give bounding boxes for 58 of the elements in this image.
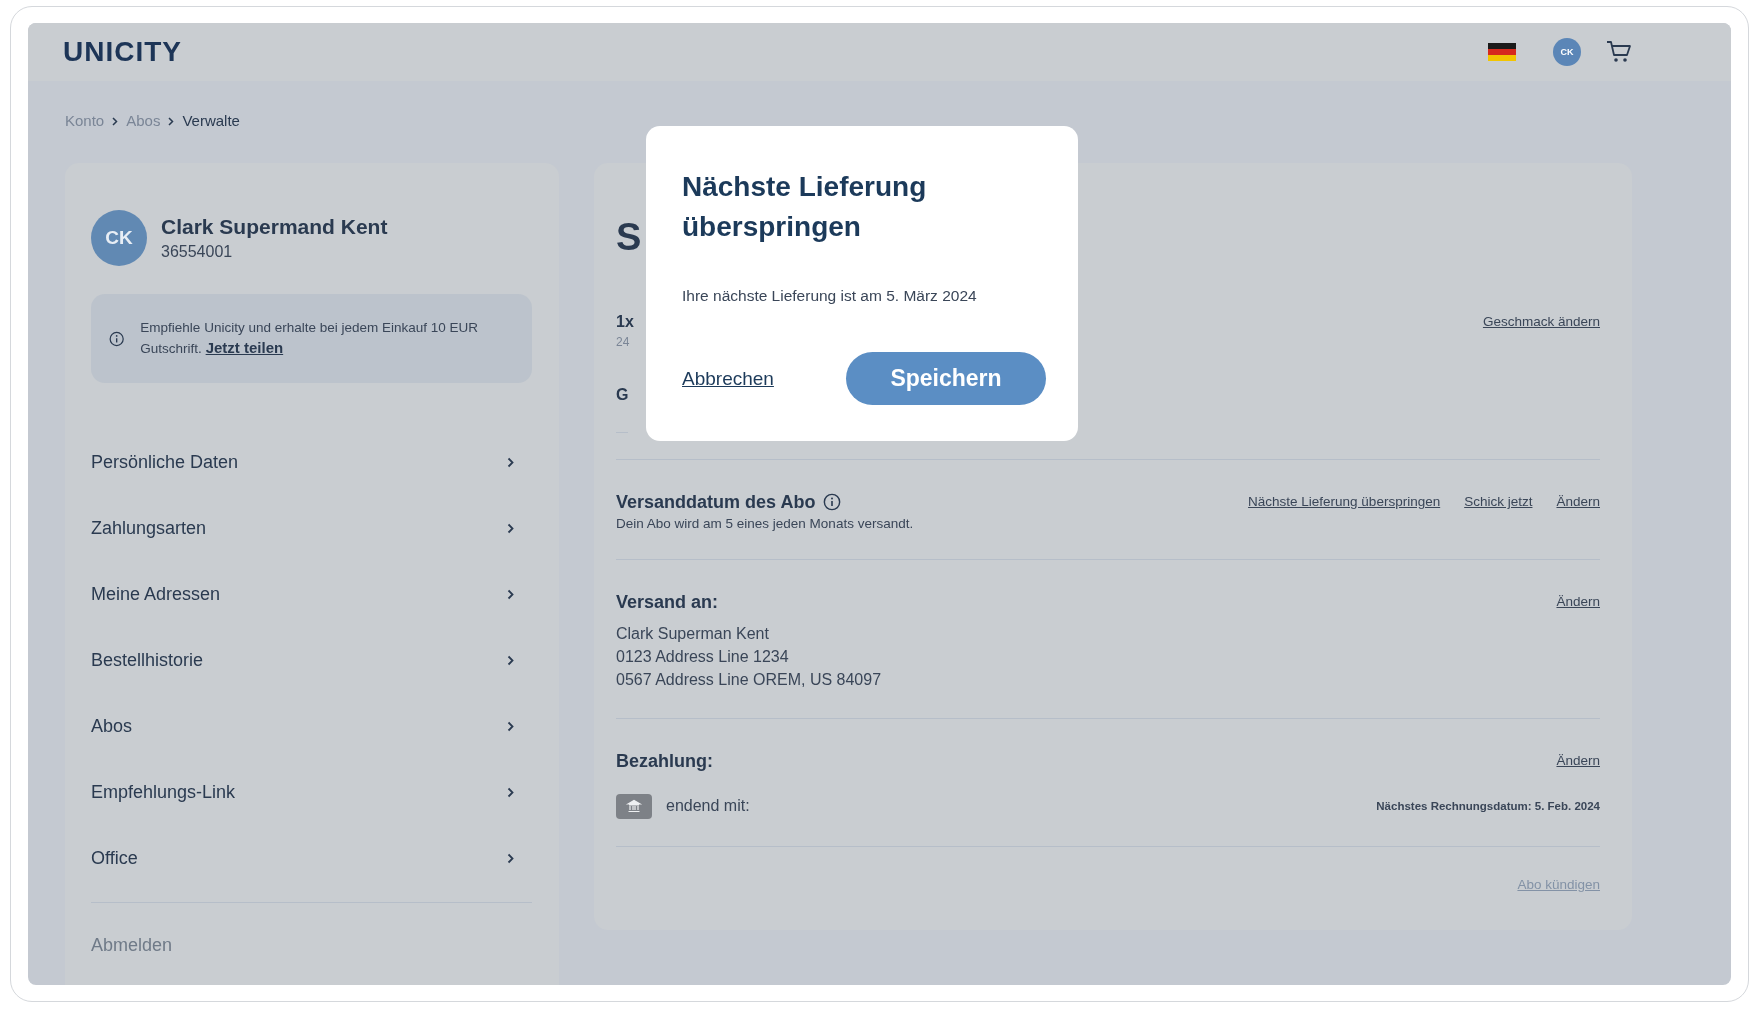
address-line: Clark Superman Kent xyxy=(616,624,770,644)
menu-item-label: Empfehlungs-Link xyxy=(91,781,236,803)
menu-item[interactable]: Abos xyxy=(91,693,532,759)
bank-icon xyxy=(616,793,652,819)
share-link[interactable]: Jetzt teilen xyxy=(205,339,284,356)
menu-item-label: Zahlungsarten xyxy=(91,517,207,539)
referral-text: Empfiehle Unicity und erhalte bei jedem Einkauf 10 EUR Gutschrift. Jetzt teilen xyxy=(140,319,480,358)
section-subtitle: Dein Abo wird am 5 eines jeden Monats versandt. xyxy=(616,516,915,532)
action-link[interactable]: Ändern xyxy=(1556,491,1600,513)
dialog-title: Nächste Lieferung überspringen xyxy=(682,170,928,244)
menu-item[interactable]: Bestellhistorie xyxy=(91,627,532,693)
menu-item[interactable]: Office xyxy=(91,825,532,891)
flag-icon[interactable] xyxy=(1488,43,1516,61)
section-title: Versand an: xyxy=(616,591,719,614)
menu-item[interactable]: Meine Adressen xyxy=(91,561,532,627)
profile-avatar: CK xyxy=(91,210,147,266)
chevron-icon xyxy=(112,116,119,126)
breadcrumb-link[interactable]: Verwalte xyxy=(182,111,240,131)
payment-method: endend mit: xyxy=(666,797,750,815)
product-line: G xyxy=(616,384,629,433)
chevron-icon xyxy=(507,522,514,534)
chevron-icon xyxy=(507,588,514,600)
menu-item-label: Abos xyxy=(91,715,133,737)
save-button[interactable]: Speichern xyxy=(846,352,1046,405)
dialog-text: Ihre nächste Lieferung ist am 5. März 2024 xyxy=(682,286,978,306)
address-line: 0567 Address Line OREM, US 84097 xyxy=(616,670,883,690)
chevron-icon xyxy=(168,116,175,126)
cart-icon[interactable] xyxy=(1606,40,1632,64)
change-flavor-link[interactable]: Geschmack ändern xyxy=(1482,311,1600,333)
chevron-icon xyxy=(507,852,514,864)
product-detail: 24 xyxy=(616,334,631,351)
action-link[interactable]: Nächste Lieferung überspringen xyxy=(1248,491,1441,513)
section-title: Versanddatum des Abo xyxy=(616,491,816,514)
chevron-icon xyxy=(507,456,514,468)
address-line: 0123 Address Line 1234 xyxy=(616,647,790,667)
profile-name: Clark Supermand Kent xyxy=(161,214,388,240)
menu-item-label: Meine Adressen xyxy=(91,583,221,605)
menu-item-label: Bestellhistorie xyxy=(91,649,204,671)
menu-item-label: Office xyxy=(91,847,138,869)
subscription-title: S xyxy=(616,215,642,260)
next-billing-date: Nächstes Rechnungsdatum: 5. Feb. 2024 xyxy=(1376,800,1600,812)
change-link[interactable]: Ändern xyxy=(1556,591,1600,613)
chevron-icon xyxy=(507,786,514,798)
cancel-link[interactable]: Abbrechen xyxy=(682,367,774,390)
action-link[interactable]: Schick jetzt xyxy=(1464,491,1533,513)
user-avatar[interactable]: CK xyxy=(1553,38,1581,66)
change-link[interactable]: Ändern xyxy=(1556,750,1600,772)
info-icon xyxy=(823,493,842,511)
product-quantity: 1x xyxy=(616,312,634,332)
logo[interactable]: UNICITY xyxy=(63,36,1488,68)
menu-item[interactable]: Persönliche Daten xyxy=(91,429,532,495)
chevron-icon xyxy=(507,720,514,732)
menu-item[interactable]: Zahlungsarten xyxy=(91,495,532,561)
menu-item-label: Persönliche Daten xyxy=(91,451,239,473)
chevron-icon xyxy=(507,654,514,666)
section-title: Bezahlung: xyxy=(616,750,713,773)
profile-id: 36554001 xyxy=(161,242,234,262)
menu-item[interactable]: Empfehlungs-Link xyxy=(91,759,532,825)
